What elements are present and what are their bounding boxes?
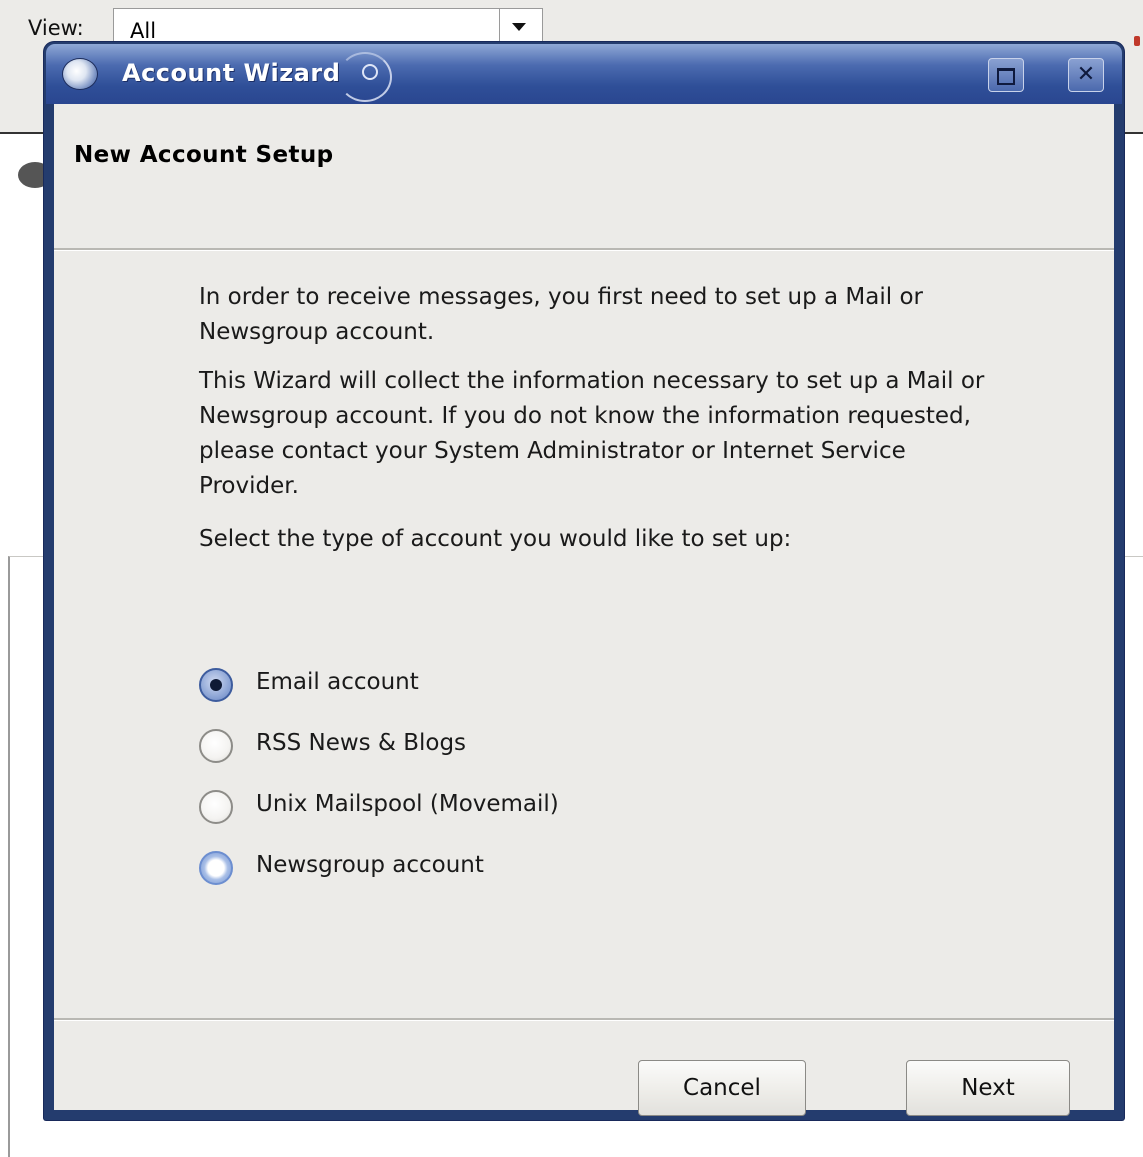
radio-button-newsgroup[interactable] — [199, 851, 233, 885]
dialog-content: New Account Setup In order to receive me… — [54, 104, 1114, 1116]
title-bar[interactable]: Account Wizard ✕ — [46, 44, 1122, 104]
radio-button-email[interactable] — [199, 668, 233, 702]
radio-label-rss[interactable]: RSS News & Blogs — [256, 730, 466, 756]
chevron-down-icon[interactable] — [512, 23, 526, 31]
view-label: View: — [28, 16, 84, 40]
maximize-button[interactable] — [988, 58, 1024, 92]
select-prompt: Select the type of account you would lik… — [199, 526, 792, 552]
toolbar-icon-fragment — [1134, 36, 1140, 46]
account-wizard-dialog: Account Wizard ✕ New Account Setup In or… — [44, 42, 1124, 1120]
window-title: Account Wizard — [122, 59, 341, 87]
close-icon: ✕ — [1076, 62, 1096, 87]
radio-label-newsgroup[interactable]: Newsgroup account — [256, 852, 484, 878]
thunderbird-app-icon — [62, 58, 98, 90]
radio-label-movemail[interactable]: Unix Mailspool (Movemail) — [256, 791, 559, 817]
close-button[interactable]: ✕ — [1068, 58, 1104, 92]
header-divider — [54, 248, 1114, 251]
view-dropdown[interactable]: All — [113, 8, 543, 46]
radio-button-rss[interactable] — [199, 729, 233, 763]
footer-divider — [54, 1018, 1114, 1021]
cancel-button[interactable]: Cancel — [638, 1060, 806, 1116]
page-title: New Account Setup — [74, 142, 334, 168]
dropdown-separator — [499, 9, 500, 45]
maximize-icon — [997, 68, 1015, 85]
next-button[interactable]: Next — [906, 1060, 1070, 1116]
radio-button-movemail[interactable] — [199, 790, 233, 824]
intro-text: In order to receive messages, you first … — [199, 284, 923, 345]
view-dropdown-value: All — [130, 19, 157, 43]
radio-label-email[interactable]: Email account — [256, 669, 419, 695]
info-text: This Wizard will collect the information… — [199, 368, 985, 499]
swirl-center-icon — [362, 64, 378, 80]
